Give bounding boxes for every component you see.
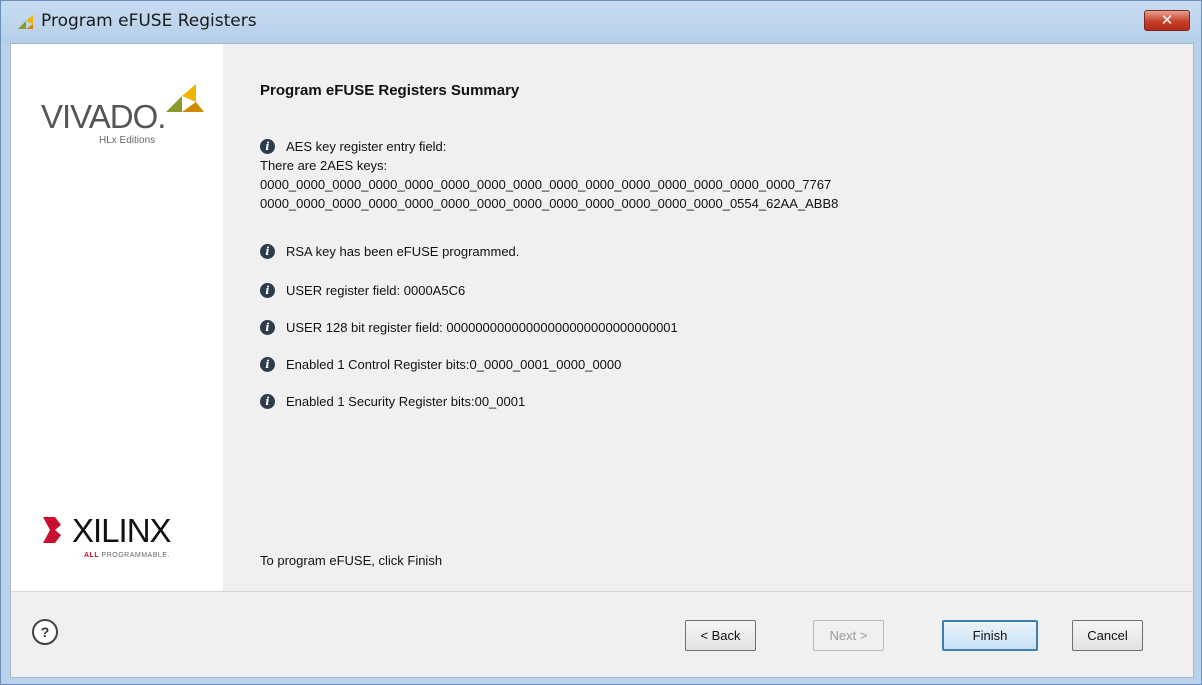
info-icon: i	[260, 283, 275, 298]
next-button[interactable]: Next >	[813, 620, 884, 651]
dialog-body: VIVADO. HLx Editions XILINX ALL PROGRAMM…	[10, 43, 1195, 678]
summary-panel: Program eFUSE Registers Summary i AES ke…	[223, 44, 1195, 591]
dialog-window: Program eFUSE Registers ✕ VIVADO. HLx Ed…	[0, 0, 1202, 685]
aes-key-1: 0000_0000_0000_0000_0000_0000_0000_0000_…	[260, 177, 832, 192]
help-icon[interactable]: ?	[32, 619, 58, 645]
vivado-leaf-icon	[18, 15, 33, 29]
xilinx-tagline: ALL PROGRAMMABLE.	[84, 552, 170, 559]
window-title: Program eFUSE Registers	[41, 11, 257, 31]
security-register-info: i Enabled 1 Security Register bits:00_00…	[260, 392, 525, 411]
aes-key-count: There are 2AES keys:	[260, 158, 388, 173]
close-button[interactable]: ✕	[1144, 10, 1190, 31]
title-bar[interactable]: Program eFUSE Registers ✕	[1, 1, 1201, 43]
control-register-info: i Enabled 1 Control Register bits:0_0000…	[260, 355, 621, 374]
user-128-info: i USER 128 bit register field: 000000000…	[260, 318, 678, 337]
rsa-status: RSA key has been eFUSE programmed.	[286, 244, 520, 259]
xilinx-logo-mark	[43, 517, 61, 543]
info-icon: i	[260, 320, 275, 335]
info-icon: i	[260, 139, 275, 154]
page-title: Program eFUSE Registers Summary	[260, 82, 520, 99]
aes-key-2: 0000_0000_0000_0000_0000_0000_0000_0000_…	[260, 196, 839, 211]
user-register-value: USER register field: 0000A5C6	[286, 283, 466, 298]
branding-sidebar: VIVADO. HLx Editions XILINX ALL PROGRAMM…	[11, 44, 223, 591]
control-register-value: Enabled 1 Control Register bits:0_0000_0…	[286, 357, 622, 372]
footer-divider	[11, 591, 1195, 592]
aes-key-info: i AES key register entry field: There ar…	[260, 137, 838, 213]
info-icon: i	[260, 394, 275, 409]
vivado-logo: VIVADO.	[41, 98, 166, 135]
info-icon: i	[260, 244, 275, 259]
vivado-logo-mark	[166, 84, 204, 112]
vivado-edition-label: HLx Editions	[99, 135, 156, 146]
user-register-info: i USER register field: 0000A5C6	[260, 281, 465, 300]
back-button[interactable]: < Back	[685, 620, 756, 651]
security-register-value: Enabled 1 Security Register bits:00_0001	[286, 394, 526, 409]
aes-key-title: AES key register entry field:	[286, 139, 447, 154]
xilinx-logo: XILINX	[72, 512, 172, 549]
cancel-button[interactable]: Cancel	[1072, 620, 1143, 651]
user-128-value: USER 128 bit register field: 00000000000…	[286, 320, 678, 335]
rsa-info: i RSA key has been eFUSE programmed.	[260, 242, 519, 261]
finish-button[interactable]: Finish	[942, 620, 1038, 651]
info-icon: i	[260, 357, 275, 372]
finish-instruction: To program eFUSE, click Finish	[260, 553, 443, 568]
